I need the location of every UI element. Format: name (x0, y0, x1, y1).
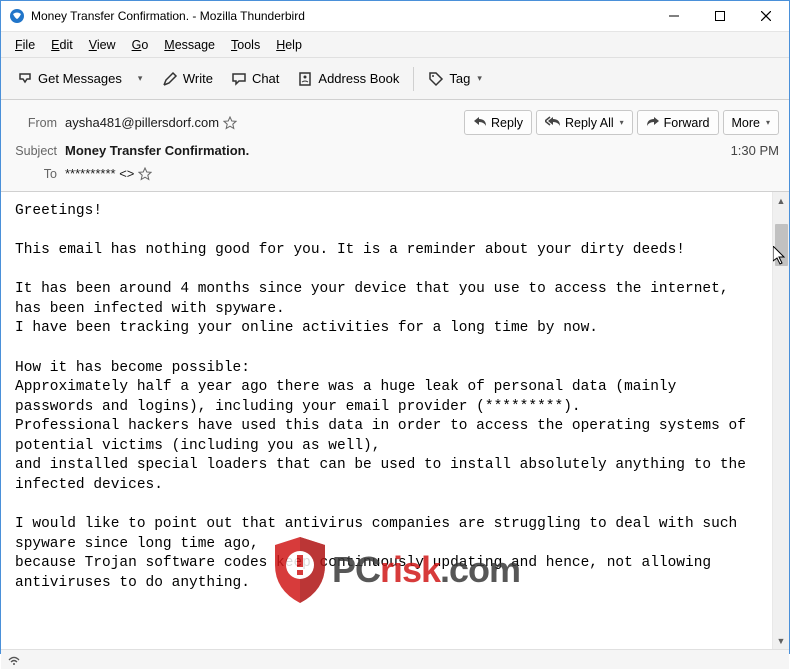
status-bar (1, 649, 789, 669)
window-title: Money Transfer Confirmation. - Mozilla T… (31, 9, 651, 23)
address-book-button[interactable]: Address Book (289, 66, 407, 92)
menu-go[interactable]: Go (124, 35, 157, 55)
subject-value: Money Transfer Confirmation. (65, 143, 249, 158)
address-book-icon (297, 71, 313, 87)
tag-button[interactable]: Tag ▾ (420, 66, 495, 92)
pencil-icon (162, 71, 178, 87)
minimize-button[interactable] (651, 1, 697, 31)
download-icon (17, 71, 33, 87)
reply-all-button[interactable]: Reply All▾ (536, 110, 633, 135)
vertical-scrollbar[interactable]: ▲ ▼ (772, 192, 789, 649)
to-label: To (7, 167, 65, 181)
menu-file[interactable]: File (7, 35, 43, 55)
get-messages-dropdown[interactable]: ▾ (132, 68, 152, 89)
chevron-down-icon: ▾ (138, 73, 148, 84)
close-button[interactable] (743, 1, 789, 31)
star-icon[interactable] (138, 167, 152, 181)
forward-icon (646, 115, 660, 130)
chat-icon (231, 71, 247, 87)
chevron-down-icon: ▾ (620, 118, 624, 127)
reply-all-icon (545, 115, 561, 130)
message-body-wrap: Greetings! This email has nothing good f… (1, 192, 789, 649)
get-messages-button[interactable]: Get Messages (9, 66, 130, 92)
message-body[interactable]: Greetings! This email has nothing good f… (1, 192, 772, 649)
menu-view[interactable]: View (81, 35, 124, 55)
scroll-down-button[interactable]: ▼ (773, 632, 789, 649)
to-value[interactable]: ********** <> (65, 166, 134, 181)
scroll-up-button[interactable]: ▲ (773, 192, 789, 209)
star-icon[interactable] (223, 116, 237, 130)
chevron-down-icon: ▾ (766, 118, 770, 127)
menu-help[interactable]: Help (268, 35, 310, 55)
forward-button[interactable]: Forward (637, 110, 719, 135)
message-time: 1:30 PM (731, 143, 779, 158)
online-status-icon[interactable] (7, 653, 21, 667)
menu-tools[interactable]: Tools (223, 35, 268, 55)
menu-edit[interactable]: Edit (43, 35, 81, 55)
toolbar-separator (413, 67, 414, 91)
reply-button[interactable]: Reply (464, 110, 532, 135)
chat-button[interactable]: Chat (223, 66, 287, 92)
menubar: File Edit View Go Message Tools Help (1, 32, 789, 58)
toolbar: Get Messages ▾ Write Chat Address Book T… (1, 58, 789, 100)
message-headers: From aysha481@pillersdorf.com Reply Repl… (1, 100, 789, 192)
menu-message[interactable]: Message (156, 35, 223, 55)
maximize-button[interactable] (697, 1, 743, 31)
scroll-thumb[interactable] (775, 224, 788, 266)
tag-icon (428, 71, 444, 87)
chevron-down-icon: ▾ (477, 73, 487, 84)
more-button[interactable]: More▾ (723, 110, 780, 135)
window-titlebar: Money Transfer Confirmation. - Mozilla T… (1, 1, 789, 32)
from-value[interactable]: aysha481@pillersdorf.com (65, 115, 219, 130)
subject-label: Subject (7, 144, 65, 158)
write-button[interactable]: Write (154, 66, 221, 92)
window-controls (651, 1, 789, 31)
reply-icon (473, 115, 487, 130)
thunderbird-icon (9, 8, 25, 24)
from-label: From (7, 116, 65, 130)
